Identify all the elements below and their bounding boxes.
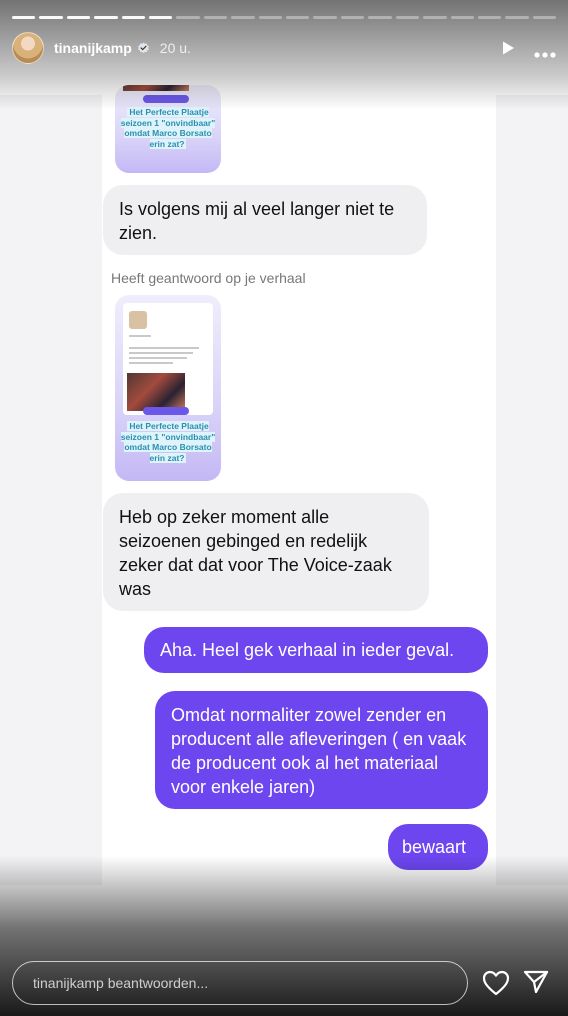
thumbnail-caption: Het Perfecte Plaatje seizoen 1 "onvindba… — [120, 107, 216, 149]
send-icon[interactable] — [523, 969, 549, 995]
progress-segment — [176, 16, 200, 19]
message-outgoing: Aha. Heel gek verhaal in ieder geval. — [144, 627, 488, 673]
verified-badge-icon — [137, 42, 150, 55]
post-time: 20 u. — [159, 40, 191, 56]
reply-placeholder: tinanijkamp beantwoorden... — [33, 975, 209, 991]
progress-segment — [66, 16, 91, 19]
progress-segment — [94, 16, 118, 19]
progress-segment — [39, 16, 63, 19]
progress-segment — [368, 16, 392, 19]
progress-segment — [395, 16, 420, 19]
message-outgoing: Omdat normaliter zowel zender en produce… — [155, 691, 488, 809]
story-progress-bar — [12, 16, 557, 19]
progress-segment — [203, 16, 228, 19]
thumbnail-caption: Het Perfecte Plaatje seizoen 1 "onvindba… — [120, 421, 216, 463]
message-incoming: Heb op zeker moment alle seizoenen gebin… — [103, 493, 429, 611]
heart-icon[interactable] — [482, 970, 510, 996]
more-options-icon[interactable] — [534, 45, 556, 58]
thumbnail-card — [123, 303, 213, 415]
progress-segment — [450, 16, 474, 19]
screenshot-margin-right — [496, 95, 568, 885]
message-incoming: Is volgens mij al veel langer niet te zi… — [103, 185, 427, 255]
play-icon[interactable] — [500, 40, 516, 56]
progress-segment — [340, 16, 365, 19]
progress-segment — [149, 16, 173, 19]
story-reply-thumbnail: Het Perfecte Plaatje seizoen 1 "onvindba… — [115, 295, 221, 481]
progress-segment — [231, 16, 255, 19]
thumbnail-avatar — [129, 311, 147, 329]
progress-segment — [505, 16, 529, 19]
progress-segment — [477, 16, 502, 19]
username[interactable]: tinanijkamp — [54, 40, 132, 56]
avatar[interactable] — [12, 32, 44, 64]
story-header: tinanijkamp 20 u. — [12, 30, 556, 66]
thumbnail-photo — [127, 373, 185, 411]
progress-segment — [286, 16, 310, 19]
reply-input[interactable]: tinanijkamp beantwoorden... — [12, 961, 468, 1005]
progress-segment — [12, 16, 36, 19]
progress-segment — [423, 16, 447, 19]
progress-segment — [532, 16, 557, 19]
dm-screenshot: Het Perfecte Plaatje seizoen 1 "onvindba… — [102, 85, 496, 885]
progress-segment — [121, 16, 146, 19]
progress-segment — [313, 16, 337, 19]
thumbnail-pill — [143, 407, 189, 415]
story-viewer[interactable]: Het Perfecte Plaatje seizoen 1 "onvindba… — [0, 0, 568, 1016]
reply-note: Heeft geantwoord op je verhaal — [111, 270, 306, 286]
screenshot-margin-left — [0, 95, 102, 885]
progress-segment — [258, 16, 283, 19]
